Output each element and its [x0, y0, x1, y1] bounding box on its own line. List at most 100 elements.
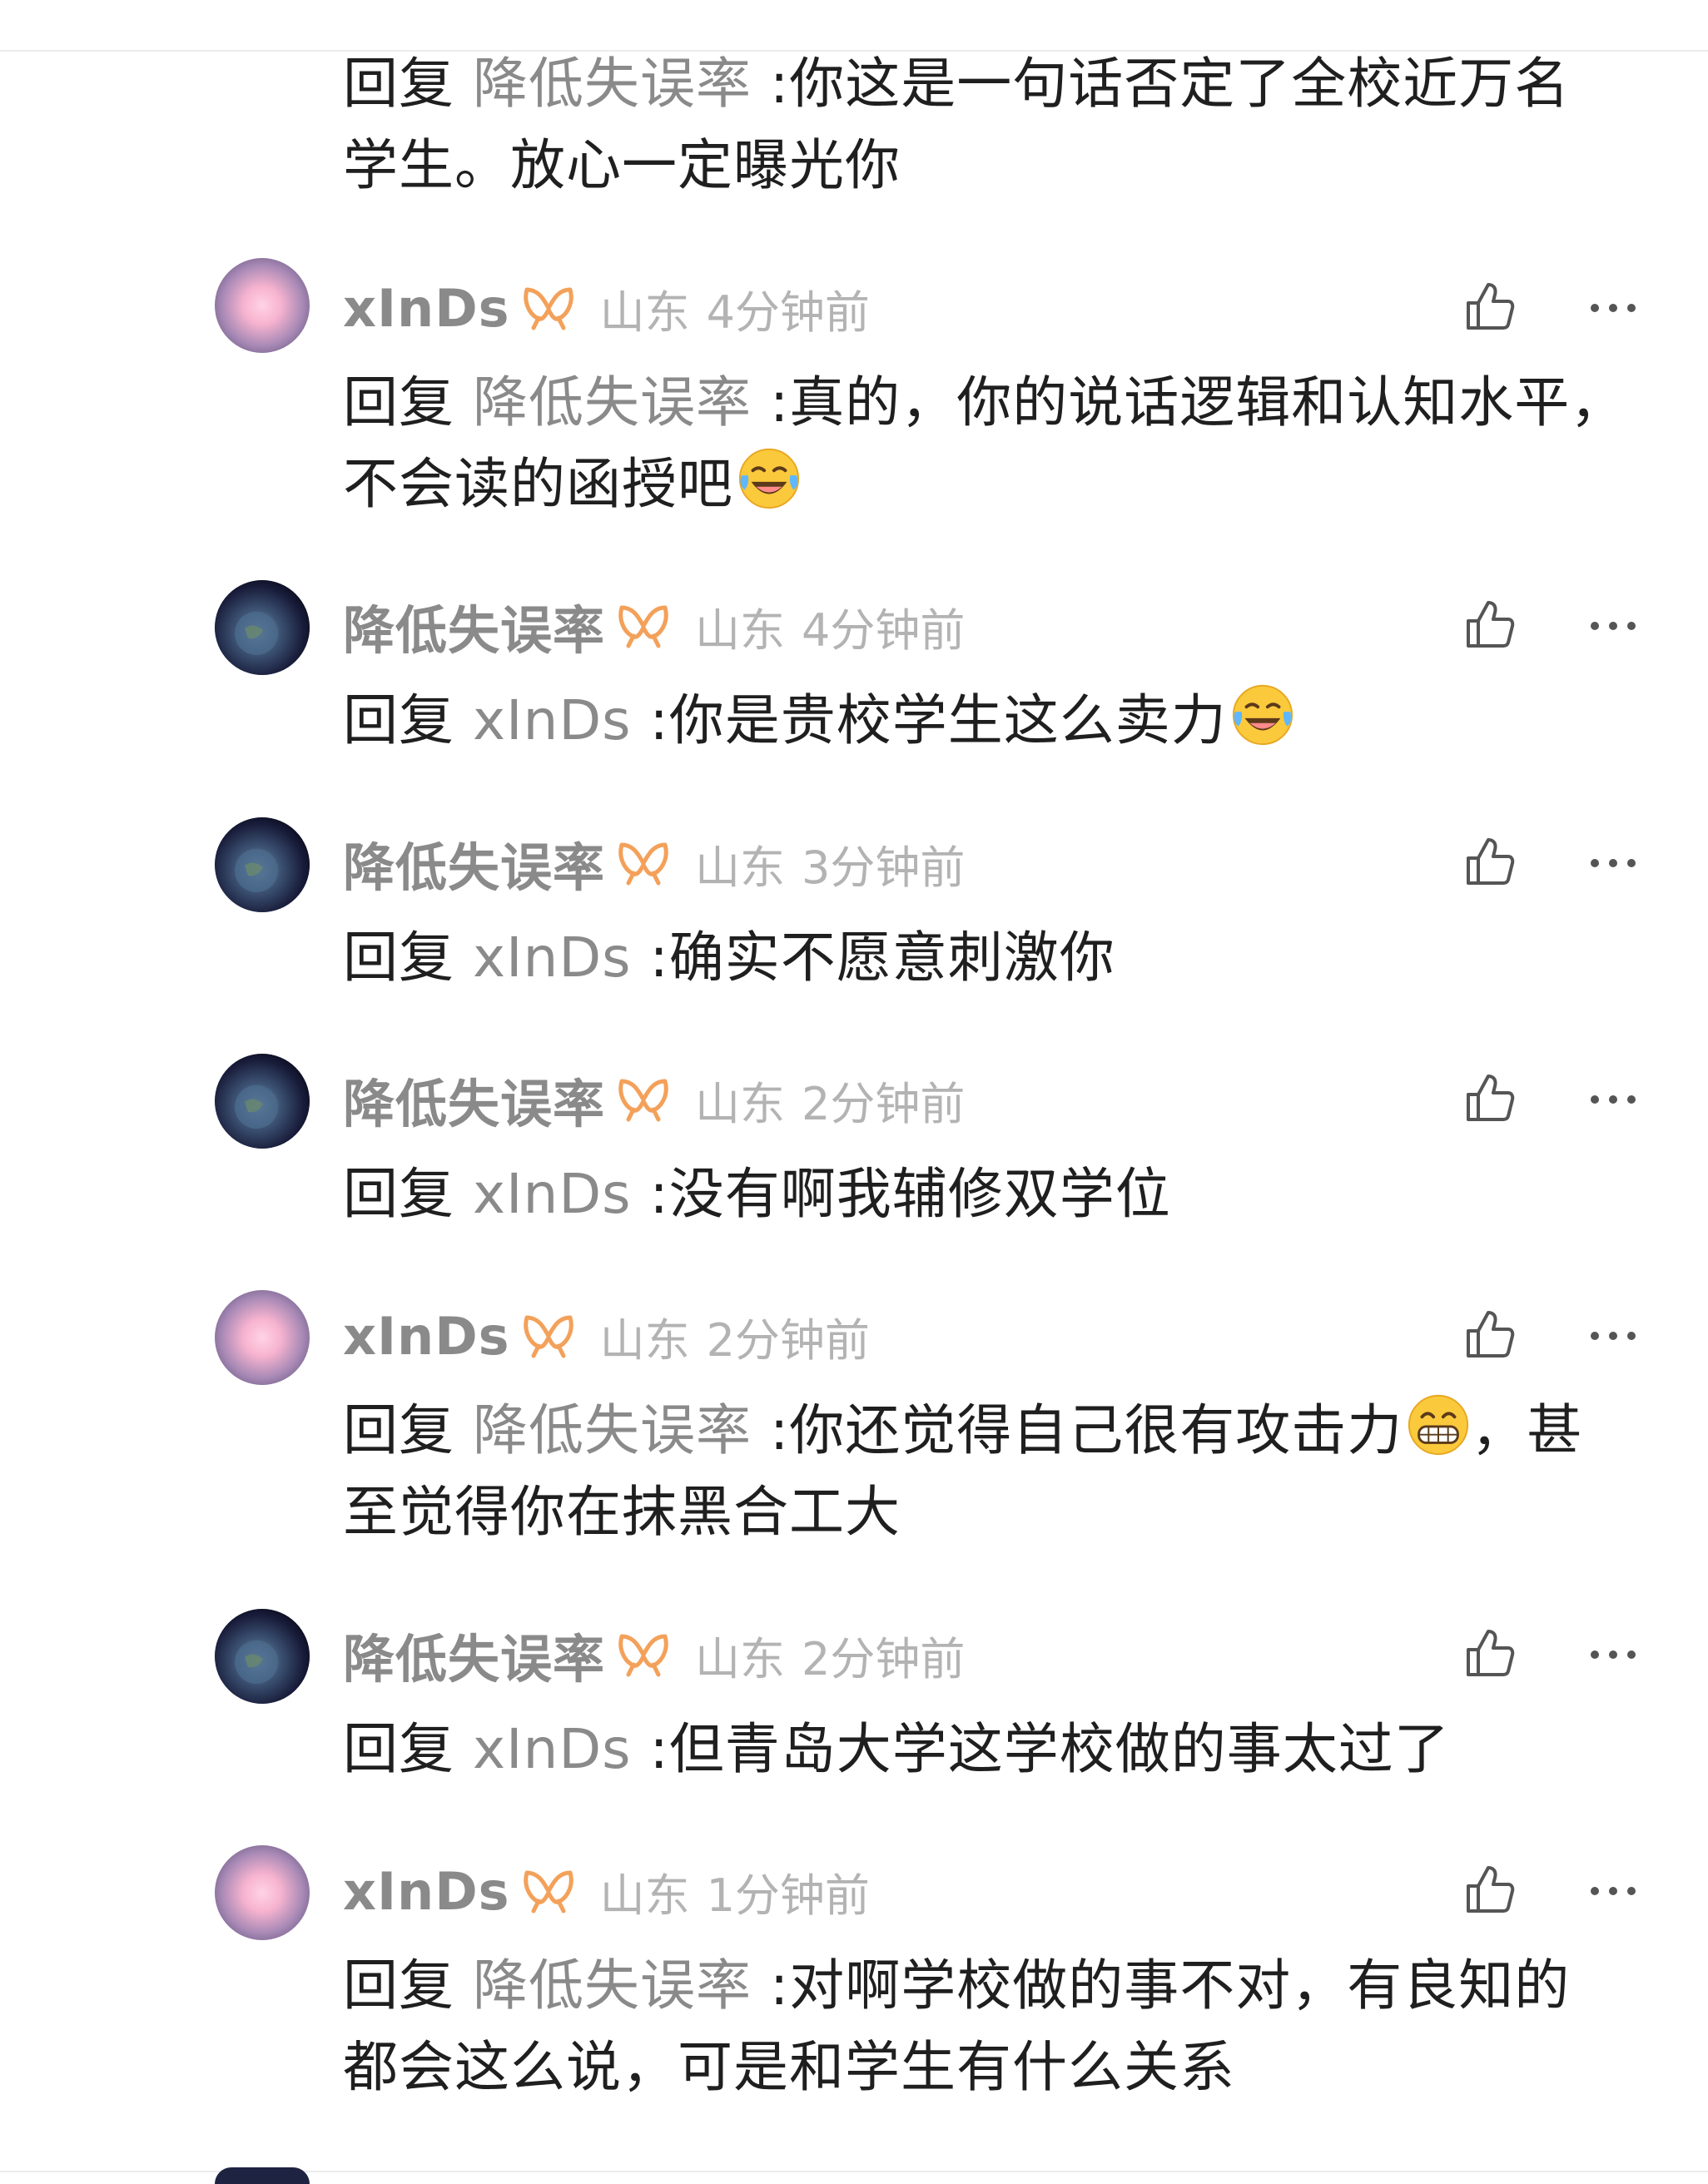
timestamp: 2分钟前 — [802, 1077, 966, 1130]
more-dots-icon[interactable] — [1588, 1646, 1638, 1663]
username[interactable]: xInDs — [343, 1306, 510, 1367]
reply-prefix: 回复 — [343, 1398, 454, 1462]
avatar[interactable] — [215, 580, 310, 675]
comment-text: 都会这么说，可是和学生有什么关系 — [343, 2035, 1235, 2099]
comment-text: :但青岛大学这学校做的事太过了 — [631, 1717, 1450, 1781]
username[interactable]: xInDs — [343, 1861, 510, 1922]
reply-prefix: 回复 — [343, 1162, 454, 1226]
timestamp: 2分钟前 — [706, 1313, 870, 1367]
comment-meta: 降低失误率 山东 4分钟前 — [343, 593, 966, 661]
more-dots-icon[interactable] — [1588, 1091, 1638, 1108]
reply-target-link[interactable]: xInDs — [473, 1717, 632, 1781]
avatar[interactable] — [215, 817, 310, 912]
username[interactable]: 降低失误率 — [343, 826, 605, 901]
more-dots-icon[interactable] — [1588, 855, 1638, 871]
thumbs-up-icon[interactable] — [1463, 1071, 1517, 1124]
thumbs-up-icon[interactable] — [1463, 835, 1517, 888]
comment-text: :对啊学校做的事不对，有良知的 — [751, 1953, 1571, 2018]
comment-text: 学生。放心一定曝光你 — [343, 133, 901, 197]
comment-text: :你这是一句话否定了全校近万名 — [751, 52, 1571, 116]
thumbs-up-icon[interactable] — [1463, 280, 1517, 333]
avatar[interactable] — [215, 1845, 310, 1940]
comment-text: 不会读的函授吧 — [343, 452, 733, 516]
comment-text: :你还觉得自己很有攻击力 — [751, 1398, 1403, 1462]
timestamp: 4分钟前 — [802, 603, 966, 657]
reply-target-link[interactable]: xInDs — [473, 1162, 632, 1226]
more-dots-icon[interactable] — [1588, 1883, 1638, 1899]
planet-avatar-icon — [215, 1609, 310, 1704]
comment-body: 回复 xInDs :确实不愿意刺激你 — [343, 917, 1641, 999]
comment-text: :你是贵校学生这么卖力 — [631, 688, 1227, 752]
comment-meta: 降低失误率 山东 2分钟前 — [343, 1621, 966, 1690]
planet-avatar-icon — [215, 1054, 310, 1149]
timestamp: 1分钟前 — [706, 1869, 870, 1922]
reply-prefix: 回复 — [343, 926, 454, 990]
username[interactable]: xInDs — [343, 278, 510, 339]
grinning-emoji-icon — [1406, 1392, 1471, 1457]
comment-body: 回复 xInDs :你是贵校学生这么卖力 — [343, 680, 1641, 762]
comment-meta: xInDs 山东 1分钟前 — [343, 1858, 870, 1924]
reply-prefix: 回复 — [343, 52, 454, 116]
comment-text: :真的，你的说话逻辑和认知水平， — [751, 370, 1626, 434]
location: 山东 — [695, 841, 786, 894]
more-dots-icon[interactable] — [1588, 300, 1638, 316]
username[interactable]: 降低失误率 — [343, 1062, 605, 1137]
location: 山东 — [599, 285, 690, 339]
timestamp: 3分钟前 — [802, 841, 966, 894]
avatar[interactable] — [215, 1290, 310, 1385]
next-avatar-peek — [215, 2167, 310, 2184]
comment-text: ，甚 — [1471, 1398, 1583, 1462]
timestamp: 2分钟前 — [802, 1632, 966, 1685]
reply-target-link[interactable]: 降低失误率 — [473, 52, 752, 116]
comment-body: 回复 降低失误率 :真的，你的说话逻辑和认知水平， 不会读的函授吧 — [343, 362, 1641, 525]
comment-body: 回复 降低失误率 :你还觉得自己很有攻击力 ，甚 至觉得你在抹黑合工大 — [343, 1390, 1641, 1553]
more-dots-icon[interactable] — [1588, 618, 1638, 634]
partial-comment-text: 回复 降低失误率 :你这是一句话否定了全校近万名 学生。放心一定曝光你 — [343, 43, 1641, 206]
vip-ribbon-icon — [617, 1631, 670, 1678]
planet-avatar-icon — [215, 817, 310, 912]
location: 山东 — [599, 1869, 690, 1922]
reply-prefix: 回复 — [343, 370, 454, 434]
comment-body: 回复 xInDs :但青岛大学这学校做的事太过了 — [343, 1709, 1641, 1790]
comment-text: :确实不愿意刺激你 — [631, 926, 1115, 990]
planet-avatar-icon — [215, 580, 310, 675]
comment-meta: xInDs 山东 2分钟前 — [343, 1303, 870, 1369]
thumbs-up-icon[interactable] — [1463, 598, 1517, 651]
vip-ribbon-icon — [617, 603, 670, 649]
comment-meta: 降低失误率 山东 3分钟前 — [343, 830, 966, 898]
vip-ribbon-icon — [522, 1313, 575, 1359]
reply-prefix: 回复 — [343, 1953, 454, 2018]
thumbs-up-icon[interactable] — [1463, 1308, 1517, 1361]
avatar[interactable] — [215, 1054, 310, 1149]
laughing-crying-emoji-icon — [1230, 682, 1295, 747]
location: 山东 — [599, 1313, 690, 1367]
avatar[interactable] — [215, 258, 310, 353]
comment-body: 回复 降低失误率 :对啊学校做的事不对，有良知的 都会这么说，可是和学生有什么关… — [343, 1945, 1641, 2108]
username[interactable]: 降低失误率 — [343, 1617, 605, 1692]
location: 山东 — [695, 1077, 786, 1130]
vip-ribbon-icon — [522, 1868, 575, 1914]
laughing-crying-emoji-icon — [737, 446, 802, 511]
reply-prefix: 回复 — [343, 1717, 454, 1781]
reply-target-link[interactable]: 降低失误率 — [473, 370, 752, 434]
avatar[interactable] — [215, 1609, 310, 1704]
vip-ribbon-icon — [522, 285, 575, 331]
timestamp: 4分钟前 — [706, 285, 870, 339]
location: 山东 — [695, 1632, 786, 1685]
vip-ribbon-icon — [617, 1076, 670, 1123]
comment-body: 回复 xInDs :没有啊我辅修双学位 — [343, 1154, 1641, 1235]
username[interactable]: 降低失误率 — [343, 588, 605, 663]
reply-prefix: 回复 — [343, 688, 454, 752]
location: 山东 — [695, 603, 786, 657]
reply-target-link[interactable]: xInDs — [473, 926, 632, 990]
reply-target-link[interactable]: 降低失误率 — [473, 1398, 752, 1462]
comment-text: :没有啊我辅修双学位 — [631, 1162, 1171, 1226]
reply-target-link[interactable]: xInDs — [473, 688, 632, 752]
comment-meta: 降低失误率 山东 2分钟前 — [343, 1066, 966, 1134]
reply-target-link[interactable]: 降低失误率 — [473, 1953, 752, 2018]
thumbs-up-icon[interactable] — [1463, 1626, 1517, 1680]
comment-meta: xInDs 山东 4分钟前 — [343, 275, 870, 341]
more-dots-icon[interactable] — [1588, 1328, 1638, 1344]
vip-ribbon-icon — [617, 840, 670, 886]
thumbs-up-icon[interactable] — [1463, 1863, 1517, 1916]
